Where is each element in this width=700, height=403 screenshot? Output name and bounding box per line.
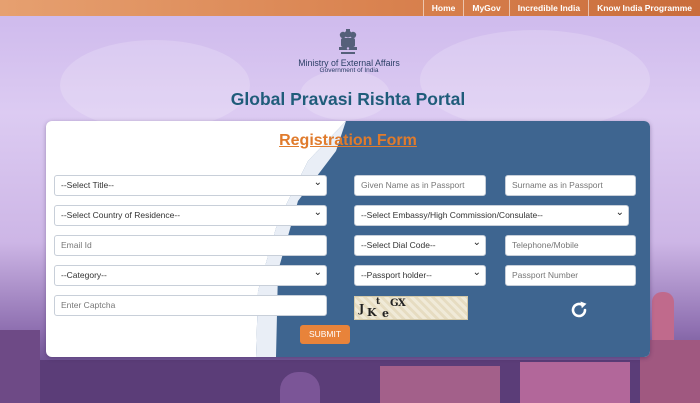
- surname-input[interactable]: Surname as in Passport: [505, 175, 636, 196]
- registration-form-title: Registration Form: [279, 132, 417, 149]
- skyline-building: [520, 362, 630, 403]
- nav-incredible-india-link[interactable]: Incredible India: [508, 0, 588, 16]
- skyline-dome: [280, 372, 320, 403]
- title-select-value: --Select Title--: [61, 180, 114, 190]
- world-map-shape: [60, 40, 250, 130]
- portal-title: Global Pravasi Rishta Portal: [230, 89, 466, 109]
- registration-card: Registration Form --Select Title-- Given…: [46, 121, 650, 357]
- captcha-char: t: [376, 297, 381, 307]
- captcha-char: K: [367, 306, 377, 319]
- submit-button[interactable]: SUBMIT: [300, 325, 350, 344]
- passport-number-placeholder: Passport Number: [512, 270, 579, 280]
- embassy-select-value: --Select Embassy/High Commission/Consula…: [361, 210, 543, 220]
- captcha-placeholder: Enter Captcha: [61, 300, 116, 310]
- captcha-input[interactable]: Enter Captcha: [54, 295, 327, 316]
- world-map-shape: [420, 30, 650, 130]
- country-select[interactable]: --Select Country of Residence--: [54, 205, 327, 226]
- refresh-captcha-icon[interactable]: [568, 299, 590, 321]
- nav-know-india-link[interactable]: Know India Programme: [588, 0, 700, 16]
- captcha-char: J: [359, 302, 365, 315]
- surname-placeholder: Surname as in Passport: [512, 180, 603, 190]
- email-placeholder: Email Id: [61, 240, 92, 250]
- nav-home-link[interactable]: Home: [422, 0, 464, 16]
- passport-number-input[interactable]: Passport Number: [505, 265, 636, 286]
- given-name-placeholder: Given Name as in Passport: [361, 180, 465, 190]
- top-navigation: Home MyGov Incredible India Know India P…: [422, 0, 700, 16]
- nav-mygov-link[interactable]: MyGov: [463, 0, 508, 16]
- government-name: Government of India: [319, 67, 379, 74]
- passport-holder-select[interactable]: --Passport holder--: [354, 265, 486, 286]
- title-select[interactable]: --Select Title--: [54, 175, 327, 196]
- skyline-building: [380, 366, 500, 403]
- national-emblem-icon: [339, 29, 357, 54]
- telephone-input[interactable]: Telephone/Mobile: [505, 235, 636, 256]
- given-name-input[interactable]: Given Name as in Passport: [354, 175, 486, 196]
- captcha-char: X: [398, 298, 406, 309]
- dial-code-select-value: --Select Dial Code--: [361, 240, 436, 250]
- captcha-image: J K t e G X: [354, 296, 468, 320]
- dial-code-select[interactable]: --Select Dial Code--: [354, 235, 486, 256]
- skyline-building: [0, 330, 40, 403]
- passport-holder-select-value: --Passport holder--: [361, 270, 432, 280]
- captcha-char: e: [382, 307, 389, 320]
- telephone-placeholder: Telephone/Mobile: [512, 240, 579, 250]
- category-select-value: --Category--: [61, 270, 107, 280]
- country-select-value: --Select Country of Residence--: [61, 210, 181, 220]
- email-input[interactable]: Email Id: [54, 235, 327, 256]
- embassy-select[interactable]: --Select Embassy/High Commission/Consula…: [354, 205, 629, 226]
- category-select[interactable]: --Category--: [54, 265, 327, 286]
